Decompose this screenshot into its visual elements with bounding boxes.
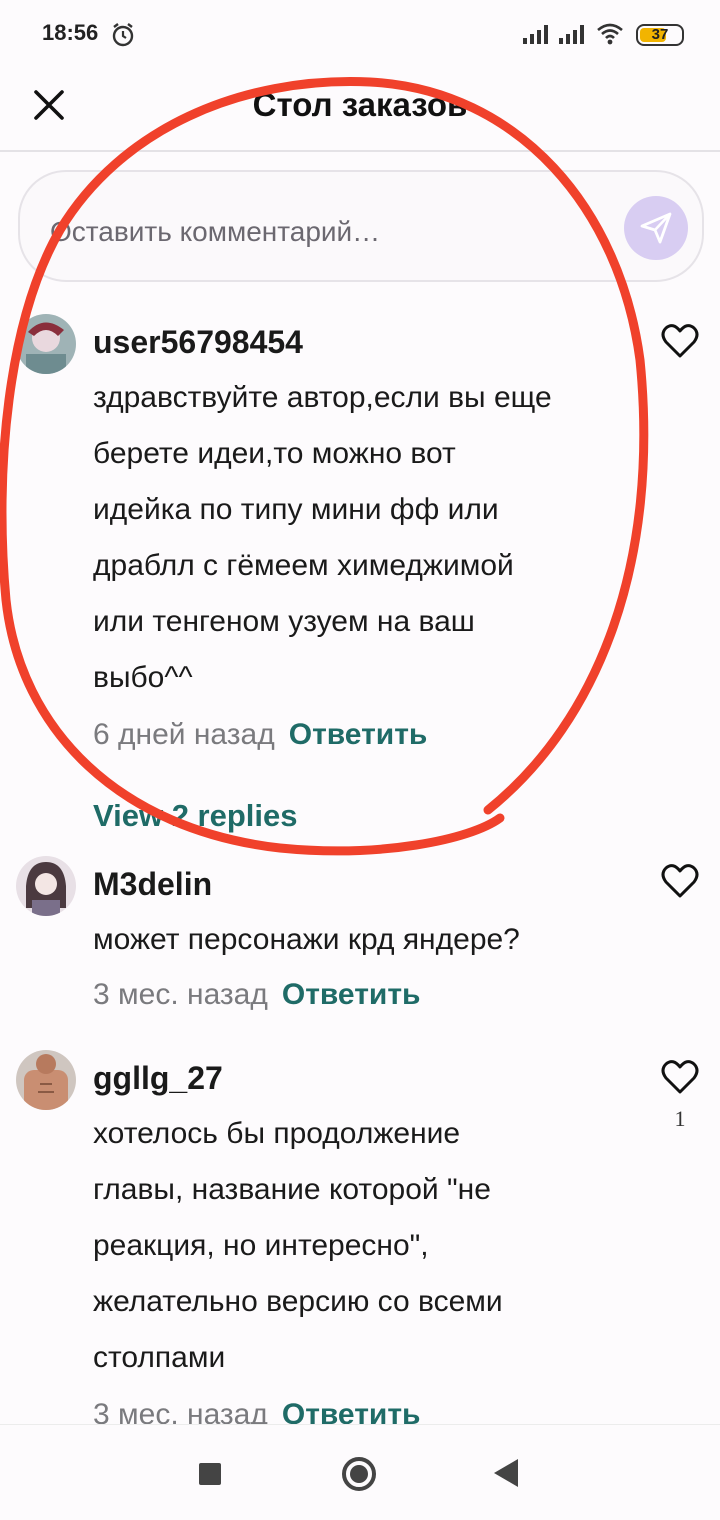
- avatar[interactable]: [16, 1050, 76, 1110]
- battery-level: 37: [651, 26, 669, 43]
- comment-text-line: выбо^^: [93, 661, 193, 694]
- comment-text-line: драблл с гёмеем химеджимой: [93, 549, 514, 582]
- status-bar: 18:56 37: [0, 0, 720, 70]
- status-time: 18:56: [42, 20, 99, 45]
- avatar[interactable]: [16, 314, 76, 374]
- home-icon[interactable]: [342, 1457, 376, 1491]
- heart-icon[interactable]: [660, 322, 700, 360]
- comment-text-line: берете идеи,то можно вот: [93, 437, 456, 470]
- view-replies-button[interactable]: View 2 replies: [93, 798, 298, 834]
- signal-icon: [559, 25, 584, 44]
- comment-text-line: здравствуйте автор,если вы еще: [93, 381, 552, 414]
- comment-text-line: главы, название которой "не: [93, 1173, 491, 1206]
- comment-input[interactable]: Оставить комментарий…: [18, 170, 704, 282]
- comment-username[interactable]: ggllg_27: [93, 1060, 223, 1097]
- comment-text-line: столпами: [93, 1341, 226, 1374]
- avatar[interactable]: [16, 856, 76, 916]
- like-count: 1: [674, 1106, 686, 1131]
- heart-icon[interactable]: [660, 1058, 700, 1096]
- comment-time: 6 дней назад: [93, 718, 275, 751]
- comment-meta: 3 мес. назад Ответить: [93, 978, 421, 1012]
- wifi-icon: [597, 23, 623, 45]
- comment-username[interactable]: user56798454: [93, 324, 303, 361]
- heart-icon[interactable]: [660, 862, 700, 900]
- comment-text-line: или тенгеном узуем на ваш: [93, 605, 475, 638]
- signal-icon: [523, 25, 548, 44]
- page-title: Стол заказов: [252, 86, 468, 123]
- comment-text-line: идейка по типу мини фф или: [93, 493, 499, 526]
- recent-apps-icon[interactable]: [199, 1463, 221, 1485]
- comment-text-line: желательно версию со всеми: [93, 1285, 503, 1318]
- comment-text-line: реакция, но интересно",: [93, 1229, 429, 1262]
- comment-text: может персонажи крд яндере?: [93, 912, 633, 968]
- comment-meta: 6 дней назад Ответить: [93, 718, 427, 752]
- battery-icon: 37: [636, 24, 684, 46]
- back-icon[interactable]: [494, 1459, 518, 1487]
- comment-input-placeholder: Оставить комментарий…: [50, 216, 381, 247]
- reply-button[interactable]: Ответить: [289, 718, 428, 751]
- system-nav-bar: [0, 1424, 720, 1520]
- send-icon: [640, 212, 672, 244]
- alarm-icon: [112, 23, 134, 47]
- send-button[interactable]: [624, 196, 688, 260]
- comment-username[interactable]: M3delin: [93, 866, 212, 903]
- reply-button[interactable]: Ответить: [282, 978, 421, 1011]
- comment-time: 3 мес. назад: [93, 978, 268, 1011]
- comment-text: хотелось бы продолжение главы, название …: [93, 1106, 633, 1386]
- comment-text: здравствуйте автор,если вы еще берете ид…: [93, 370, 633, 706]
- header: Стол заказов: [0, 70, 720, 152]
- comment-text-line: хотелось бы продолжение: [93, 1117, 461, 1150]
- comment-text-line: может персонажи крд яндере?: [93, 923, 520, 956]
